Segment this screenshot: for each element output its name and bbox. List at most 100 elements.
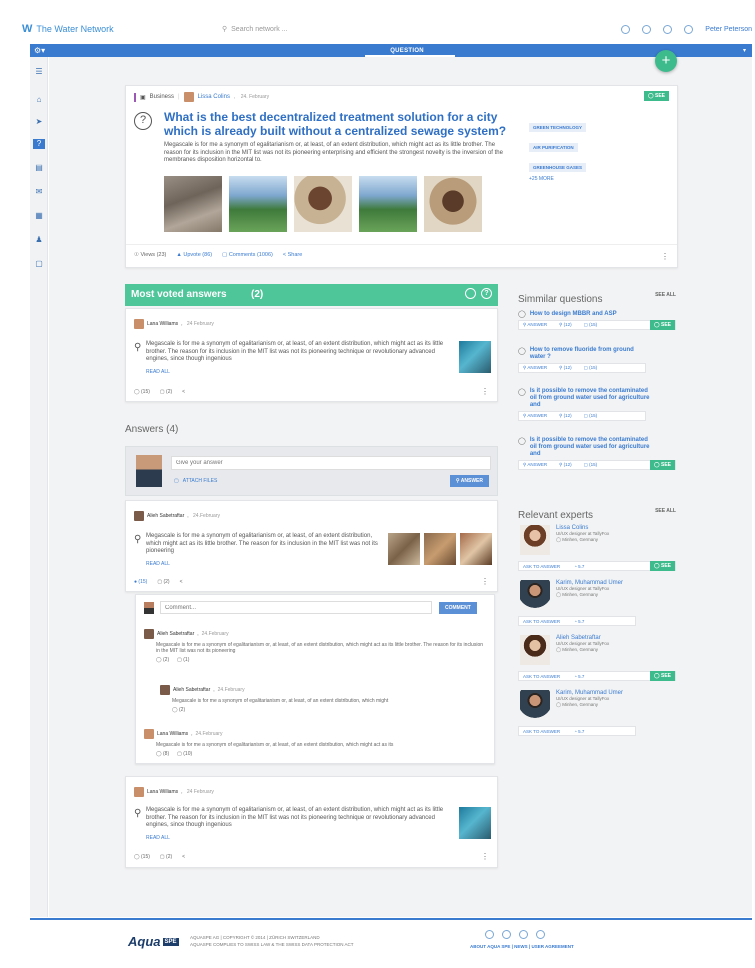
gallery-image[interactable] [294,176,352,232]
answer-author[interactable]: Lana Williams [147,789,178,795]
more-options-icon[interactable]: ⋮ [661,252,669,261]
expert-photo[interactable] [520,635,550,665]
answer-link[interactable]: ⚲ ANSWER [523,462,547,468]
settings-icon[interactable] [684,24,694,34]
vote-button[interactable]: ◯ (15) [134,854,150,860]
answer-image[interactable] [388,533,420,565]
brand[interactable]: W The Water Network [22,23,222,35]
send-icon[interactable]: ➤ [33,117,45,127]
answer-author[interactable]: Alieh Sabetraftar [147,513,184,519]
similar-question-title[interactable]: How to design MBBR and ASP [530,311,617,318]
similar-question-title[interactable]: How to remove fluoride from ground water… [530,347,640,361]
facebook-icon[interactable] [502,930,511,939]
similar-question-item[interactable]: ◯ How to design MBBR and ASP ⚲ ANSWER ⚲ (1… [518,310,676,330]
experts-see-all-link[interactable]: SEE ALL [655,508,676,514]
gallery-image[interactable] [164,176,222,232]
more-options-icon[interactable]: ⋮ [481,387,489,396]
linkedin-icon[interactable] [519,930,528,939]
chat-icon[interactable]: ✉ [33,187,45,197]
similar-question-title[interactable]: Is it possible to remove the contaminate… [530,437,650,458]
ask-to-answer-button[interactable]: ASK TO ANSWER [523,564,560,569]
comments-button[interactable]: ▢ Comments (1006) [222,252,273,258]
see-button[interactable]: ◯ SEE [649,561,675,571]
read-all-link[interactable]: READ ALL [146,369,170,375]
similar-question-item[interactable]: ◯ How to remove fluoride from ground wate… [518,347,676,373]
answer-input[interactable] [171,456,491,470]
vote-button[interactable]: ◯ (2) [156,657,169,663]
more-tags-link[interactable]: +25 MORE [529,176,639,182]
footer-logo[interactable]: Aqua SPE [128,934,179,949]
similar-see-all-link[interactable]: SEE ALL [655,292,676,298]
more-options-icon[interactable]: ⋮ [481,852,489,861]
home-icon[interactable]: ⌂ [33,95,45,105]
answer-image[interactable] [424,533,456,565]
user-name[interactable]: Peter Peterson [705,26,752,33]
gallery-image[interactable] [229,176,287,232]
see-button[interactable]: ◯ SEE [649,671,675,681]
hamburger-icon[interactable]: ☰ [33,67,45,77]
answer-link[interactable]: ⚲ ANSWER [523,322,547,328]
gallery-image[interactable] [359,176,417,232]
share-button[interactable]: < Share [283,252,302,258]
files-icon[interactable]: ▢ [33,259,45,269]
info-icon[interactable] [465,288,476,299]
answer-link[interactable]: ⚲ ANSWER [523,413,547,419]
vote-button[interactable]: ◯ (8) [156,751,169,757]
bookmark-icon[interactable] [663,24,673,34]
reply-button[interactable]: ▢ (10) [177,751,192,757]
see-button[interactable]: ◯ SEE [649,460,675,470]
help-icon[interactable]: ? [481,288,492,299]
expert-photo[interactable] [520,580,550,610]
question-category[interactable]: Business [150,94,174,100]
share-icon[interactable]: < [182,854,185,860]
gallery-image[interactable] [424,176,482,232]
ask-to-answer-button[interactable]: ASK TO ANSWER [523,729,560,734]
ask-to-answer-button[interactable]: ASK TO ANSWER [523,619,560,624]
attach-files-button[interactable]: ▢ ATTACH FILES [174,478,217,484]
comment-button[interactable]: ▢ (2) [160,854,172,860]
menu-toggle-icon[interactable]: ⚙▾ [34,46,45,55]
read-all-link[interactable]: READ ALL [146,561,170,567]
tag-greenhouse-gases[interactable]: GREENHOUSE GASES [529,163,587,172]
twitter-icon[interactable] [485,930,494,939]
vote-button[interactable]: ◯ (15) [134,389,150,395]
answer-image[interactable] [459,807,491,839]
questions-icon[interactable]: ? [33,139,45,149]
similar-question-item[interactable]: ◯ Is it possible to remove the contaminat… [518,437,676,470]
answer-author[interactable]: Lana Williams [147,321,178,327]
answer-image[interactable] [459,341,491,373]
comment-button[interactable]: ▢ (2) [157,579,169,585]
answer-link[interactable]: ⚲ ANSWER [523,365,547,371]
answer-button[interactable]: ⚲ ANSWER [449,475,489,487]
calendar-icon[interactable]: ▦ [33,211,45,221]
messages-icon[interactable] [642,24,652,34]
answer-image[interactable] [460,533,492,565]
comment-author[interactable]: Alieh Sabetraftar [157,631,194,637]
expert-photo[interactable] [520,525,550,555]
chevron-down-icon[interactable]: ▾ [743,47,746,54]
see-button[interactable]: ◯ SEE [649,320,675,330]
tag-green-technology[interactable]: GREEN TECHNOLOGY [529,123,587,132]
google-plus-icon[interactable] [536,930,545,939]
search-input[interactable]: ⚲ Search network ... [222,25,462,34]
comment-button[interactable]: ▢ (2) [160,389,172,395]
comment-author[interactable]: Alieh Sabetraftar [173,687,210,693]
comment-input[interactable] [160,601,432,614]
read-all-link[interactable]: READ ALL [146,835,170,841]
vote-button[interactable]: ◯ (2) [172,707,185,713]
similar-question-title[interactable]: Is it possible to remove the contaminate… [530,388,650,409]
people-icon[interactable]: ♟ [33,235,45,245]
notifications-icon[interactable] [621,24,631,34]
similar-question-item[interactable]: ◯ Is it possible to remove the contaminat… [518,388,676,421]
see-button[interactable]: ◯ SEE [643,91,669,101]
tag-air-purification[interactable]: AIR PURIFICATION [529,143,578,152]
ask-to-answer-button[interactable]: ASK TO ANSWER [523,674,560,679]
views-stat[interactable]: ☉ Views (23) [134,252,166,258]
comment-author[interactable]: Lana Williams [157,731,188,737]
expert-photo[interactable] [520,690,550,720]
upvote-button[interactable]: ▲ Upvote (86) [176,252,212,258]
reply-button[interactable]: ▢ (1) [177,657,189,663]
tab-question[interactable]: QUESTION [390,48,424,54]
question-author[interactable]: Lissa Colins [198,94,230,100]
comment-button[interactable]: COMMENT [439,602,477,614]
